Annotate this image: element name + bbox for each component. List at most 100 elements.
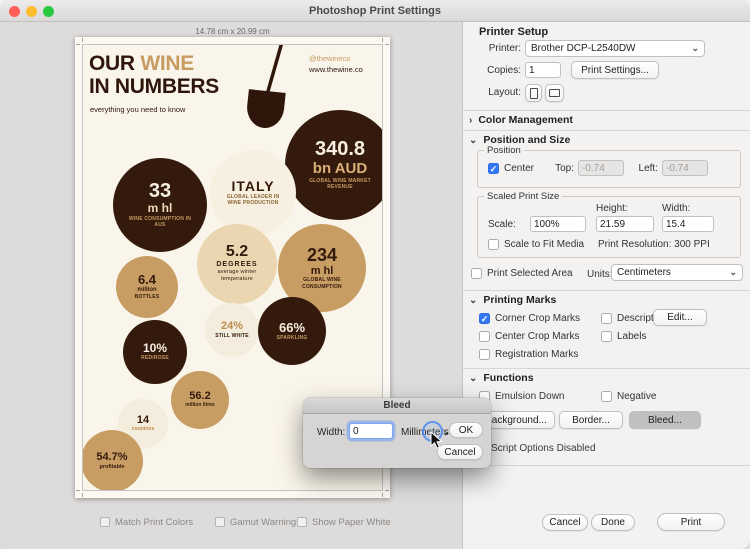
scaled-print-size-group: Scaled Print Size Height: Width: Scale: …	[477, 196, 741, 258]
bleed-button[interactable]: Bleed...	[629, 411, 701, 429]
chevron-right-icon: ›	[469, 115, 472, 126]
chevron-down-icon: ⌄	[469, 373, 477, 384]
corner-crop-marks-label: Corner Crop Marks	[495, 313, 580, 324]
center-crop-marks-checkbox[interactable]	[479, 331, 490, 342]
stat-caption: RED/ROSE	[141, 355, 169, 362]
print-button[interactable]: Print	[657, 513, 725, 531]
stat-value: 6.4	[138, 273, 156, 287]
stat-caption: GLOBAL WINE MARKET REVENUE	[297, 178, 382, 191]
printing-marks-title: Printing Marks	[483, 294, 556, 306]
scale-label: Scale:	[488, 219, 516, 230]
window-title: Photoshop Print Settings	[309, 5, 441, 17]
chevron-down-icon: ⌄	[691, 43, 699, 54]
done-button[interactable]: Done	[591, 514, 635, 531]
stat-unit: m hl	[311, 265, 334, 278]
left-input[interactable]	[662, 160, 708, 176]
scaled-print-size-legend: Scaled Print Size	[484, 191, 562, 202]
stat-caption: GLOBAL WINE CONSUMPTION	[288, 277, 357, 290]
stat-caption: WINE CONSUMPTION IN AUS	[123, 216, 196, 229]
stat-circle: 24% STILL WHITE	[205, 303, 259, 357]
crop-mark	[385, 44, 389, 45]
width-input[interactable]	[662, 216, 714, 232]
stat-value: 340.8	[315, 139, 365, 160]
color-management-title: Color Management	[478, 114, 573, 126]
close-button[interactable]	[9, 6, 20, 17]
units-select[interactable]: Centimeters ⌄	[611, 264, 743, 281]
stat-circle: 5.2 DEGREES average winter temperature	[197, 224, 277, 304]
stat-unit: million litres	[185, 403, 214, 409]
bleed-dialog: Bleed Width: Millimeters ⌄ OK Cancel	[303, 398, 491, 468]
crop-mark	[82, 38, 83, 42]
print-selected-area-label: Print Selected Area	[487, 268, 573, 279]
cancel-button[interactable]: Cancel	[542, 514, 588, 531]
edit-button[interactable]: Edit...	[653, 309, 707, 326]
description-checkbox[interactable]	[601, 313, 612, 324]
mouse-cursor	[430, 431, 444, 451]
units-label: Units:	[587, 269, 613, 280]
copies-input[interactable]	[525, 62, 561, 78]
stat-circle: 340.8 bn AUD GLOBAL WINE MARKET REVENUE	[285, 110, 382, 220]
chevron-down-icon: ⌄	[469, 295, 477, 306]
zoom-button[interactable]	[43, 6, 54, 17]
print-selected-area-checkbox[interactable]	[471, 268, 482, 279]
center-label: Center	[504, 163, 534, 174]
titlebar: Photoshop Print Settings	[0, 0, 750, 22]
gamut-warning-checkbox[interactable]	[215, 517, 225, 527]
top-input[interactable]	[578, 160, 624, 176]
labels-label: Labels	[617, 331, 646, 342]
poster-title-word1: OUR	[89, 52, 135, 75]
stat-unit: countries	[132, 427, 155, 433]
layout-portrait-button[interactable]	[525, 84, 542, 102]
photoshop-print-settings-window: Photoshop Print Settings 14.78 cm x 20.9…	[0, 0, 750, 549]
divider	[463, 368, 750, 369]
stat-caption: GLOBAL LEADER IN WINE PRODUCTION	[219, 194, 286, 207]
bleed-width-input[interactable]	[349, 423, 393, 439]
printer-select[interactable]: Brother DCP-L2540DW ⌄	[525, 40, 705, 57]
registration-marks-checkbox[interactable]	[479, 349, 490, 360]
match-print-colors-checkbox[interactable]	[100, 517, 110, 527]
stat-circle: ITALY GLOBAL LEADER IN WINE PRODUCTION	[210, 150, 296, 236]
divider	[463, 465, 750, 466]
crop-mark	[382, 38, 383, 42]
stat-circle: 56.2 million litres	[171, 371, 229, 429]
stat-value: 33	[149, 181, 171, 202]
stat-caption: average winter temperature	[206, 269, 268, 283]
layout-landscape-button[interactable]	[545, 84, 564, 102]
minimize-button[interactable]	[26, 6, 37, 17]
stat-value: 54.7%	[96, 452, 127, 464]
crop-mark	[76, 44, 80, 45]
top-label: Top:	[540, 163, 574, 174]
left-label: Left:	[628, 163, 658, 174]
section-color-management[interactable]: › Color Management	[469, 114, 573, 126]
height-input[interactable]	[596, 216, 654, 232]
print-settings-button[interactable]: Print Settings...	[571, 61, 659, 79]
poster-title-word2: WINE	[140, 52, 194, 75]
section-printing-marks[interactable]: ⌄ Printing Marks	[469, 294, 556, 306]
stat-circle: 6.4 million BOTTLES	[116, 256, 178, 318]
negative-checkbox[interactable]	[601, 391, 612, 402]
stat-unit: DEGREES	[216, 261, 257, 269]
printer-setup-title: Printer Setup	[479, 26, 548, 38]
corner-crop-marks-checkbox[interactable]: ✓	[479, 313, 490, 324]
section-functions[interactable]: ⌄ Functions	[469, 372, 534, 384]
position-group: Position ✓ Center Top: Left:	[477, 150, 741, 188]
bleed-ok-button[interactable]: OK	[449, 422, 483, 438]
stat-caption: BOTTLES	[135, 294, 160, 301]
center-checkbox[interactable]: ✓	[488, 163, 499, 174]
show-paper-white-checkbox[interactable]	[297, 517, 307, 527]
height-label: Height:	[596, 203, 628, 214]
show-paper-white-label: Show Paper White	[312, 517, 391, 528]
stat-value: ITALY	[231, 179, 274, 194]
print-preview-area: 14.78 cm x 20.99 cm OUR WINE IN NUMBERS …	[0, 22, 462, 549]
scale-input[interactable]	[530, 216, 586, 232]
crop-mark	[382, 493, 383, 497]
stat-caption: STILL WHITE	[215, 333, 249, 340]
labels-checkbox[interactable]	[601, 331, 612, 342]
negative-label: Negative	[617, 391, 656, 402]
scale-to-fit-media-checkbox[interactable]	[488, 239, 499, 250]
paper-dimensions-label: 14.78 cm x 20.99 cm	[75, 27, 390, 36]
bleed-width-label: Width:	[317, 427, 345, 438]
border-button[interactable]: Border...	[559, 411, 623, 429]
printer-value: Brother DCP-L2540DW	[531, 43, 635, 54]
divider	[463, 130, 750, 131]
